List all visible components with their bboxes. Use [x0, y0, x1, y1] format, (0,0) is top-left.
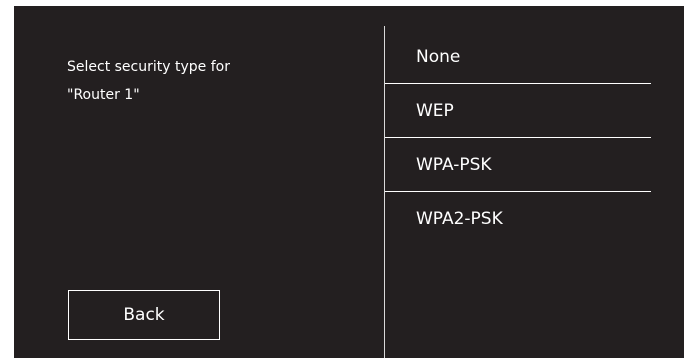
security-options-list: None WEP WPA-PSK WPA2-PSK — [385, 30, 651, 246]
security-type-screen: Select security type for "Router 1" Back… — [14, 6, 684, 358]
option-wpa-psk-label: WPA-PSK — [416, 154, 492, 175]
security-type-prompt: Select security type for "Router 1" — [67, 46, 307, 116]
back-button[interactable]: Back — [68, 290, 220, 340]
option-wpa-psk[interactable]: WPA-PSK — [385, 138, 651, 192]
option-wpa2-psk-label: WPA2-PSK — [416, 209, 503, 229]
option-none[interactable]: None — [385, 30, 651, 84]
option-wep[interactable]: WEP — [385, 84, 651, 138]
option-wep-label: WEP — [416, 100, 454, 121]
option-none-label: None — [416, 46, 461, 67]
prompt-line-1: Select security type for — [67, 59, 230, 75]
prompt-line-2: "Router 1" — [67, 87, 140, 103]
option-wpa2-psk[interactable]: WPA2-PSK — [385, 192, 651, 246]
